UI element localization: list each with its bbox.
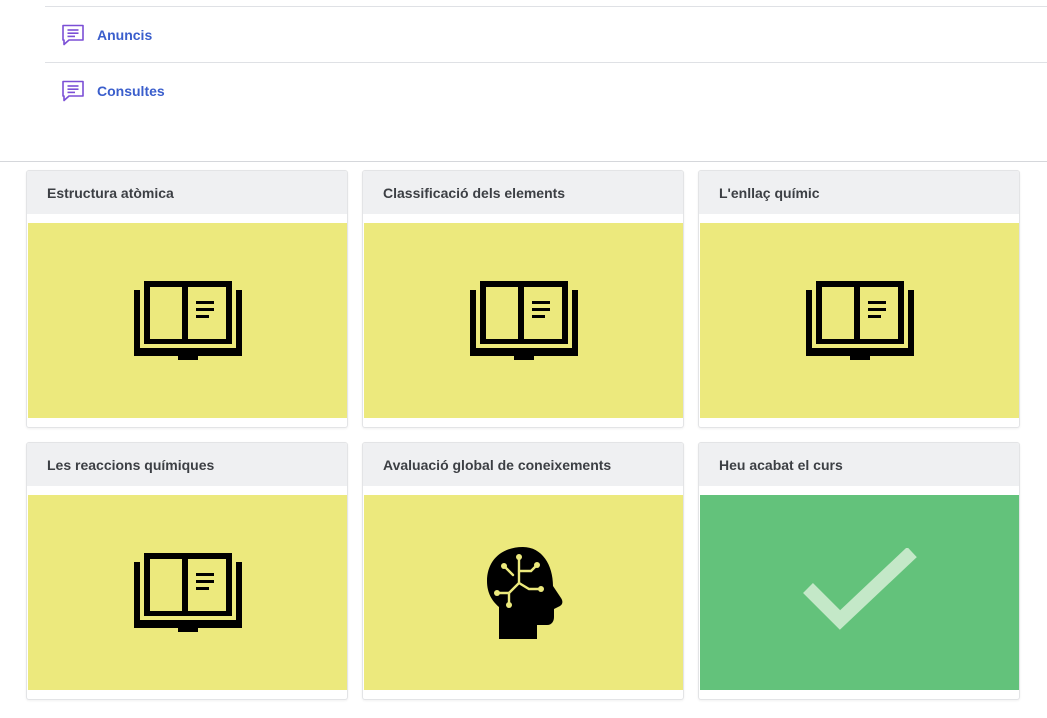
brain-circuit-head-icon <box>487 546 563 639</box>
card-image[interactable] <box>28 495 347 690</box>
card-title[interactable]: L'enllaç químic <box>699 171 1019 215</box>
card-title[interactable]: Les reaccions químiques <box>27 443 347 487</box>
card-image[interactable] <box>700 223 1019 418</box>
module-card-reaccions-quimiques[interactable]: Les reaccions químiques <box>26 442 348 700</box>
forum-label[interactable]: Consultes <box>97 83 165 99</box>
section-divider <box>0 161 1047 162</box>
card-title[interactable]: Estructura atòmica <box>27 171 347 215</box>
card-image[interactable] <box>364 223 683 418</box>
forum-link-anuncis[interactable]: Anuncis <box>45 6 1047 62</box>
card-image[interactable] <box>700 495 1019 690</box>
open-book-icon <box>134 280 242 360</box>
module-card-classificacio-elements[interactable]: Classificació dels elements <box>362 170 684 428</box>
module-card-heu-acabat-curs[interactable]: Heu acabat el curs <box>698 442 1020 700</box>
checkmark-icon <box>803 547 917 630</box>
open-book-icon <box>470 280 578 360</box>
open-book-icon <box>134 552 242 632</box>
card-image[interactable] <box>28 223 347 418</box>
open-book-icon <box>806 280 914 360</box>
forum-chat-icon <box>60 22 86 48</box>
module-card-avaluacio-global[interactable]: Avaluació global de coneixements <box>362 442 684 700</box>
card-image[interactable] <box>364 495 683 690</box>
forum-link-consultes[interactable]: Consultes <box>45 62 1047 118</box>
forum-label[interactable]: Anuncis <box>97 27 152 43</box>
module-card-enllac-quimic[interactable]: L'enllaç químic <box>698 170 1020 428</box>
forum-chat-icon <box>60 78 86 104</box>
card-title[interactable]: Avaluació global de coneixements <box>363 443 683 487</box>
card-title[interactable]: Classificació dels elements <box>363 171 683 215</box>
module-card-estructura-atomica[interactable]: Estructura atòmica <box>26 170 348 428</box>
forum-list: Anuncis Consultes <box>45 0 1047 118</box>
card-title[interactable]: Heu acabat el curs <box>699 443 1019 487</box>
